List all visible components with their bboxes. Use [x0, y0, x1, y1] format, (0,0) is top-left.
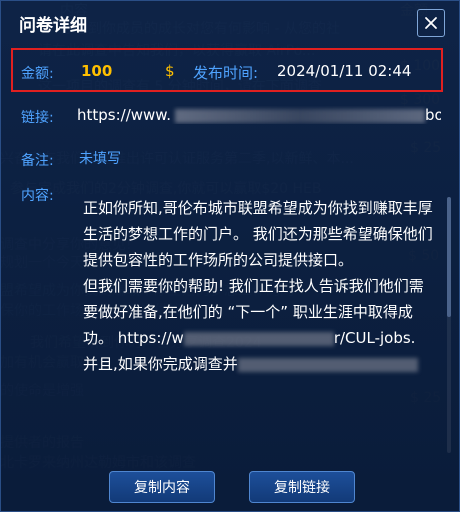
content-body[interactable]: 正如你所知,哥伦布城市联盟希望成为你找到赚取丰厚生活的梦想工作的门户。 我们还为…: [83, 195, 435, 459]
link-value[interactable]: https://www. bo: [77, 106, 441, 124]
redacted-text: [183, 331, 334, 346]
currency-symbol: $: [165, 62, 175, 80]
close-icon: [425, 17, 437, 29]
amount-label: 金额:: [21, 66, 54, 82]
content-scrollbar[interactable]: [447, 197, 451, 453]
content-label: 内容:: [21, 188, 54, 204]
content-text: 并且,如果你完成调查并: [83, 355, 238, 373]
scrollbar-thumb[interactable]: [447, 197, 451, 317]
content-paragraph: 正如你所知,哥伦布城市联盟希望成为你找到赚取丰厚生活的梦想工作的门户。 我们还为…: [83, 199, 433, 269]
publish-time-label: 发布时间:: [193, 64, 259, 82]
content-paragraph: 但我们需要你的帮助! 我们正在找人告诉我们他们需要做好准备,在他们的 “下一个”…: [83, 273, 435, 351]
publish-time-value: 2024/01/11 02:44: [277, 62, 412, 80]
survey-detail-dialog: 问卷详细 金额: 100 $ 发布时间: 2024/01/11 02:44 链接…: [0, 0, 460, 512]
dialog-title: 问卷详细: [19, 16, 87, 36]
content-paragraph: 并且,如果你完成调查并: [83, 351, 435, 377]
content-text: r/CUL-jobs.: [333, 329, 416, 347]
copy-link-button[interactable]: 复制链接: [249, 471, 355, 503]
copy-content-button[interactable]: 复制内容: [109, 471, 215, 503]
note-value: 未填写: [79, 151, 121, 167]
link-label: 链接:: [21, 110, 54, 126]
amount-row: 金额:: [21, 63, 54, 83]
note-label: 备注:: [21, 153, 54, 169]
link-prefix: https://www.: [77, 106, 171, 124]
redacted-text: [237, 357, 418, 372]
amount-value: 100: [81, 62, 113, 80]
link-tail: bo: [424, 106, 441, 124]
redacted-link: [174, 108, 425, 123]
close-button[interactable]: [417, 9, 445, 37]
